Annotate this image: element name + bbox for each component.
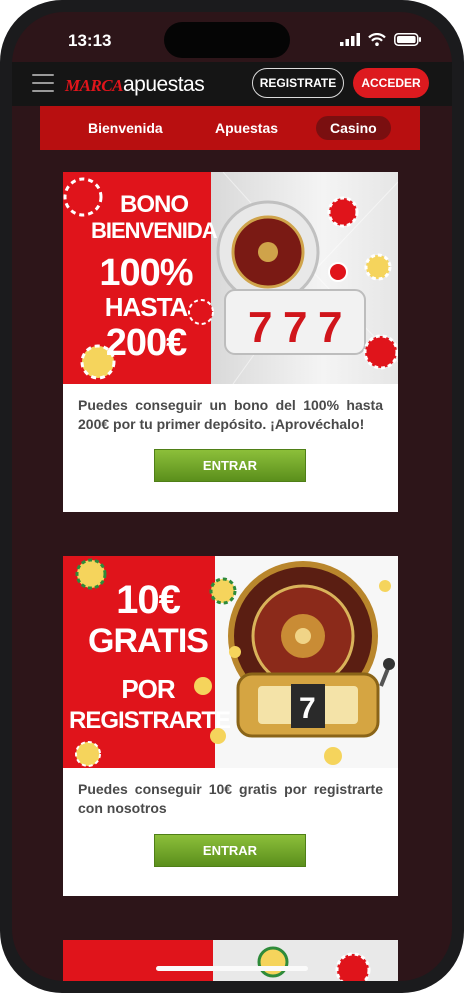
- screen: 13:13 MARCAapuestas REGISTRATE ACCEDER B…: [12, 12, 452, 981]
- phone-frame: 13:13 MARCAapuestas REGISTRATE ACCEDER B…: [0, 0, 464, 993]
- tab-apuestas[interactable]: Apuestas: [215, 116, 278, 140]
- enter-button[interactable]: ENTRAR: [154, 449, 306, 482]
- banner-line-amount: 200€: [105, 322, 188, 364]
- tab-bienvenida[interactable]: Bienvenida: [88, 116, 163, 140]
- enter-button[interactable]: ENTRAR: [154, 834, 306, 867]
- svg-text:7: 7: [283, 303, 307, 352]
- banner-line-bono: BONO: [120, 191, 189, 218]
- login-button[interactable]: ACCEDER: [353, 68, 429, 98]
- banner-line-amount: 10€: [116, 578, 181, 622]
- svg-text:7: 7: [299, 692, 316, 725]
- casino-graphic: [257, 946, 371, 981]
- marca-apuestas-logo[interactable]: MARCAapuestas: [65, 73, 205, 97]
- home-indicator[interactable]: [156, 966, 308, 971]
- register-button[interactable]: REGISTRATE: [252, 68, 344, 98]
- offer-card-partial: [63, 940, 398, 981]
- free-registration-banner[interactable]: 7 10€ GRATIS POR REGISTRARTE: [63, 556, 398, 768]
- battery-icon: [394, 33, 421, 46]
- menu-icon[interactable]: [32, 74, 54, 92]
- logo-apuestas: apuestas: [122, 73, 205, 96]
- status-time: 13:13: [68, 31, 112, 50]
- banner-line-gratis: GRATIS: [88, 622, 209, 660]
- tab-bar: Bienvenida Apuestas Casino: [40, 106, 420, 150]
- app-header: MARCAapuestas REGISTRATE ACCEDER: [12, 62, 452, 106]
- banner-line-bienvenida: BIENVENIDA: [91, 218, 218, 243]
- offer-card-free-registration: 7 10€ GRATIS POR REGISTRARTE Puedes cons…: [63, 556, 398, 896]
- wifi-icon: [368, 33, 386, 46]
- welcome-bonus-banner[interactable]: 7 7 7 BONO BIENVENIDA 100% HASTA 200€: [63, 172, 398, 384]
- banner-line-registrarte: REGISTRARTE: [69, 707, 231, 734]
- svg-text:7: 7: [318, 303, 342, 352]
- banner-line-hasta: HASTA: [104, 292, 189, 322]
- dynamic-island: [164, 22, 290, 58]
- status-icons: [340, 33, 422, 46]
- offer-description: Puedes conseguir 10€ gratis por registra…: [78, 781, 383, 816]
- logo-marca: MARCA: [65, 76, 123, 95]
- tab-casino[interactable]: Casino: [316, 116, 391, 140]
- svg-text:7: 7: [248, 303, 272, 352]
- offer-description: Puedes conseguir un bono del 100% hasta …: [78, 397, 383, 432]
- banner-line-percent: 100%: [99, 252, 193, 294]
- offer-card-welcome-bonus: 7 7 7 BONO BIENVENIDA 100% HASTA 200€ Pu…: [63, 172, 398, 512]
- signal-icon: [340, 33, 360, 46]
- banner-line-por: POR: [121, 674, 175, 704]
